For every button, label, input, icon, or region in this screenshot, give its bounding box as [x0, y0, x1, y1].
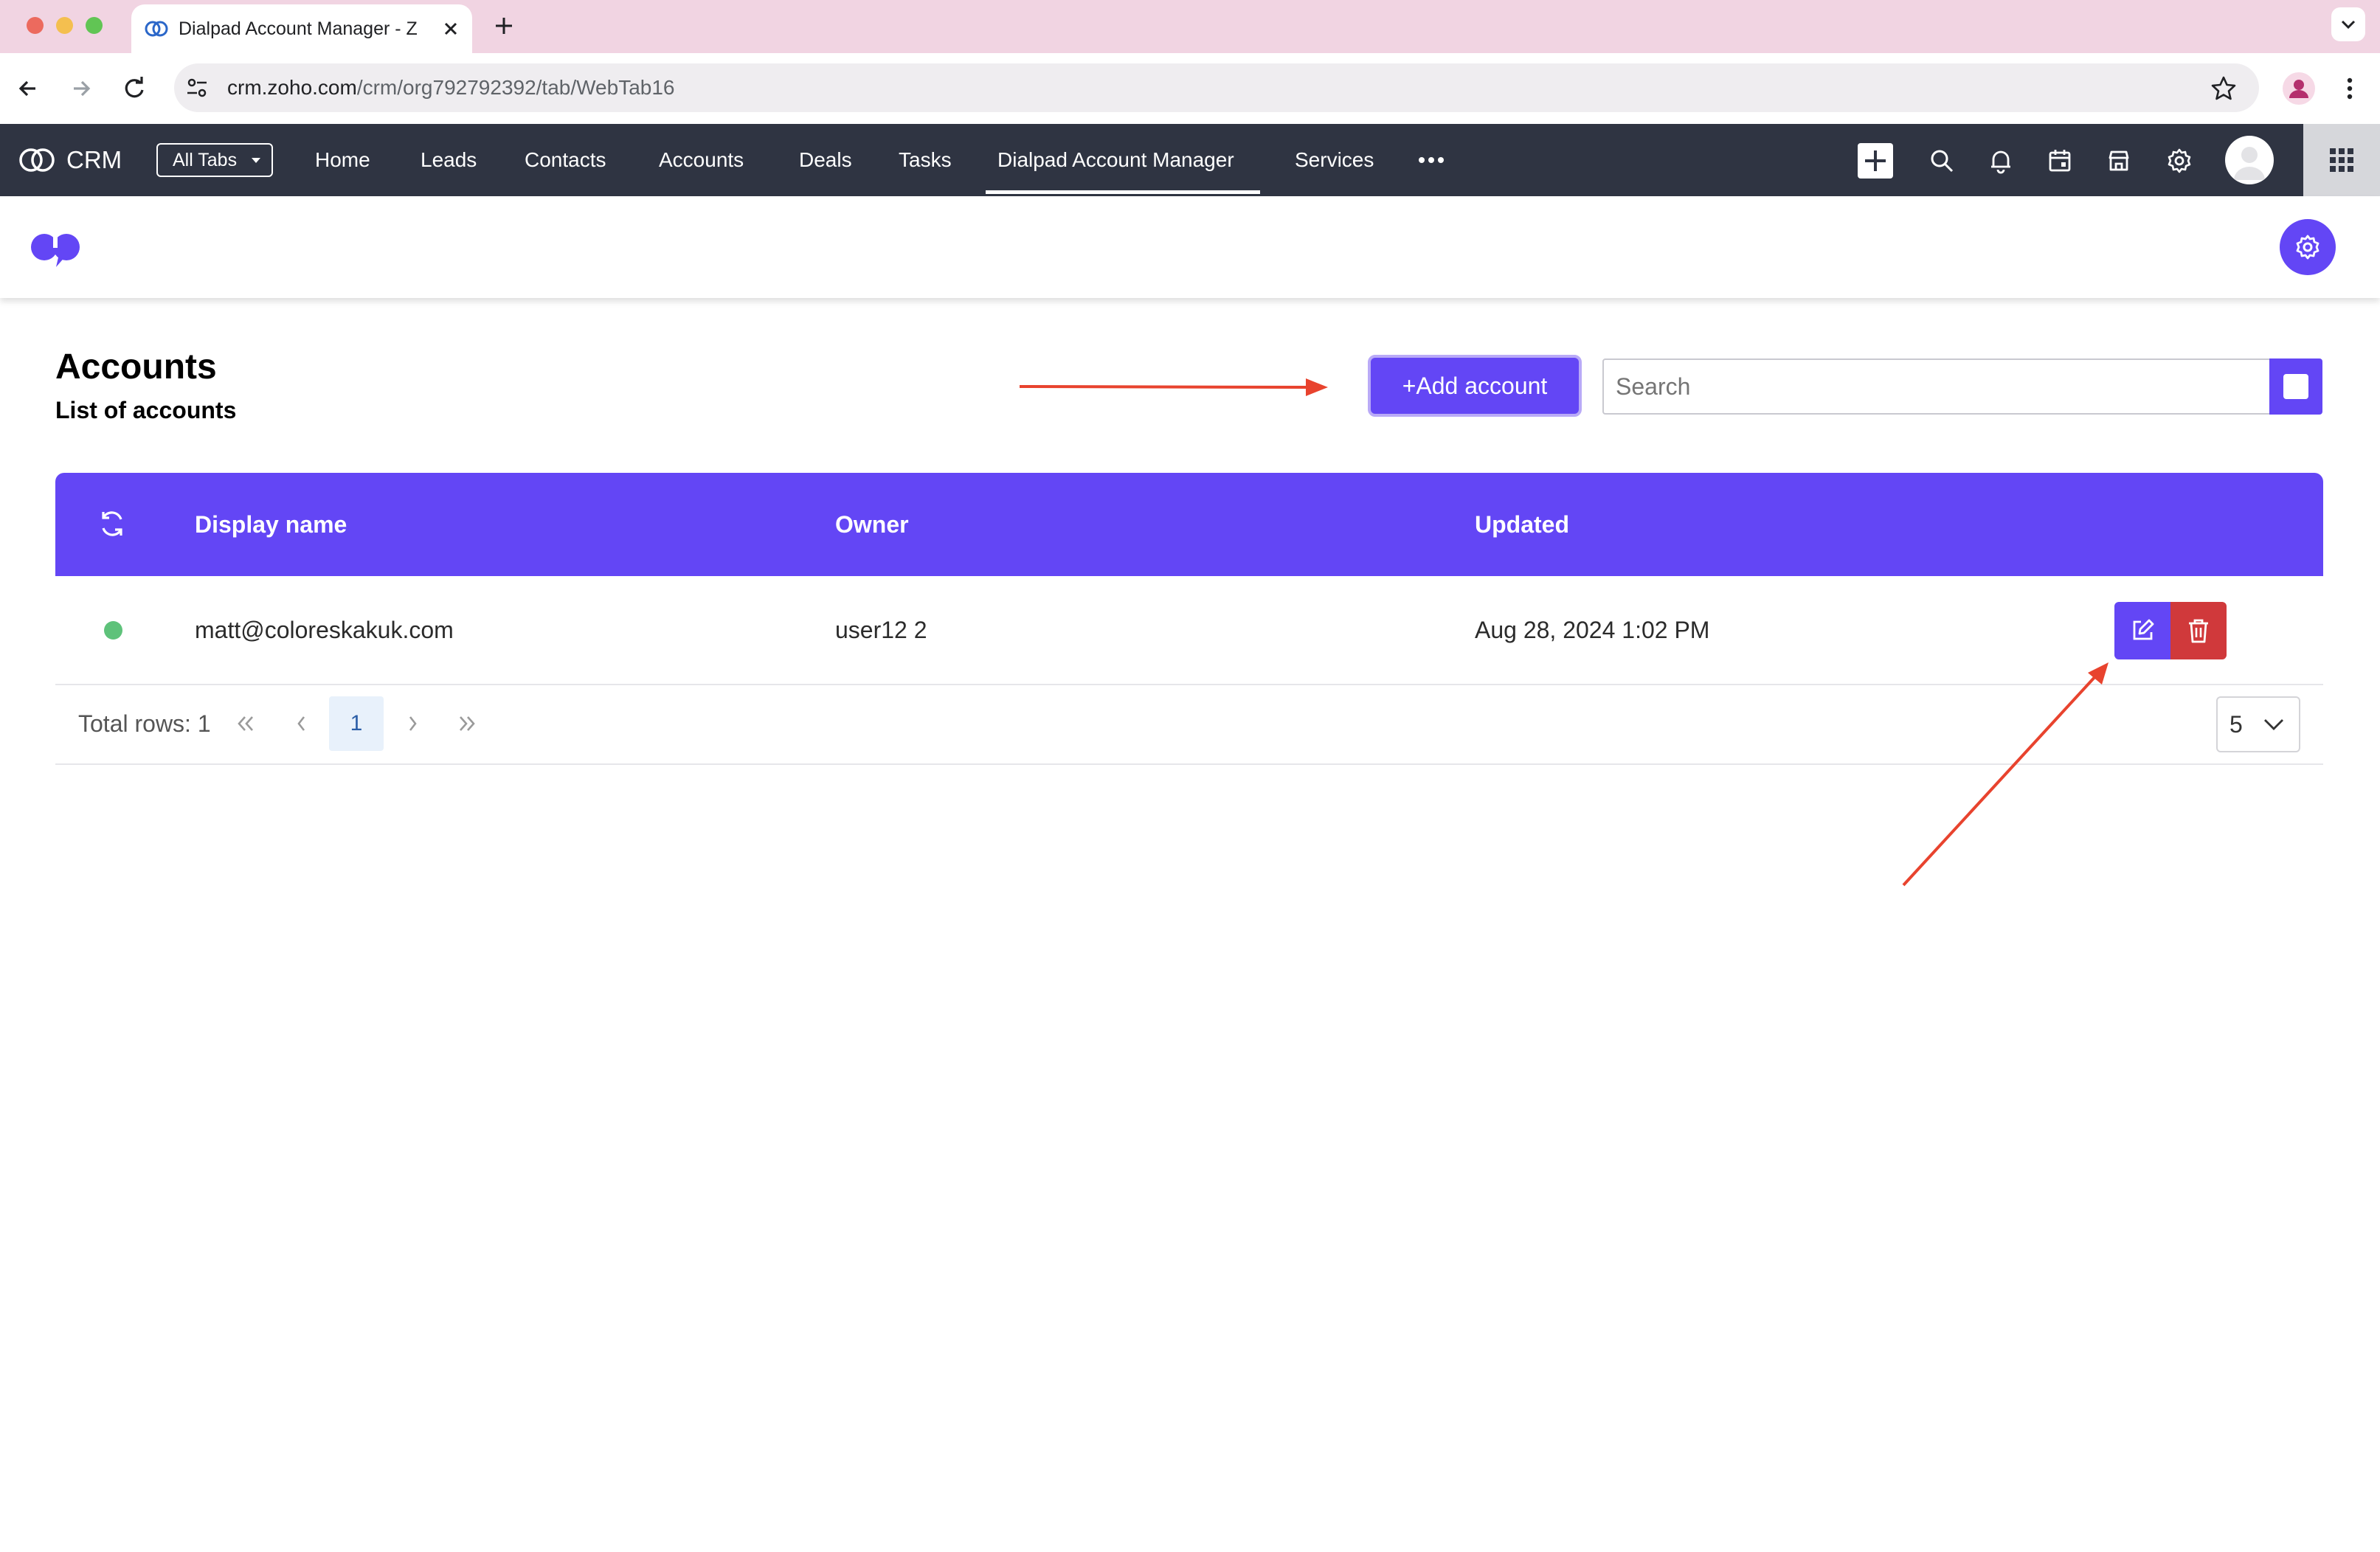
nav-home[interactable]: Home	[315, 124, 370, 196]
window-minimize-button[interactable]	[56, 17, 73, 34]
back-icon[interactable]	[13, 74, 43, 103]
column-header-updated[interactable]: Updated	[1475, 473, 1569, 576]
app-launcher-button[interactable]	[2303, 124, 2380, 196]
nav-leads[interactable]: Leads	[421, 124, 477, 196]
forward-icon[interactable]	[66, 74, 96, 103]
cell-updated: Aug 28, 2024 1:02 PM	[1475, 617, 1710, 643]
cell-display-name: matt@coloreskakuk.com	[195, 617, 454, 643]
search-input[interactable]	[1602, 358, 2271, 415]
new-tab-icon[interactable]	[491, 13, 516, 38]
column-header-display-name[interactable]: Display name	[195, 473, 347, 576]
cell-owner: user12 2	[835, 617, 927, 643]
trash-icon	[2189, 619, 2208, 643]
browser-tab-title: Dialpad Account Manager - Z	[179, 18, 418, 39]
refresh-icon[interactable]	[96, 507, 128, 540]
page-subtitle: List of accounts	[55, 397, 237, 423]
zoho-favicon-icon	[145, 19, 168, 38]
status-indicator	[104, 621, 122, 640]
chevron-right-icon	[409, 716, 417, 731]
all-tabs-dropdown[interactable]: All Tabs	[156, 143, 273, 177]
active-tab-indicator	[986, 190, 1260, 194]
bookmark-star-icon[interactable]	[2209, 74, 2238, 103]
profile-avatar-icon[interactable]	[2283, 72, 2315, 105]
page-size-select[interactable]: 5	[2216, 696, 2300, 752]
browser-menu-icon[interactable]	[2339, 74, 2361, 103]
edit-button[interactable]	[2114, 602, 2170, 659]
edit-pencil-icon	[2133, 619, 2154, 640]
column-header-owner[interactable]: Owner	[835, 473, 909, 576]
search-button-square-icon	[2283, 374, 2308, 399]
app-header	[0, 196, 2380, 298]
first-page-button[interactable]	[218, 696, 273, 751]
user-silhouette-icon	[2234, 147, 2265, 180]
add-account-button[interactable]: +Add account	[1368, 355, 1582, 417]
page-number-button[interactable]: 1	[329, 696, 384, 751]
double-chevron-right-icon	[460, 716, 475, 731]
setup-gear-icon[interactable]	[2165, 146, 2194, 176]
marketplace-icon[interactable]	[2104, 146, 2134, 176]
site-info-icon[interactable]	[184, 75, 210, 100]
grid-icon	[2330, 148, 2353, 172]
nav-accounts[interactable]: Accounts	[659, 124, 744, 196]
dialpad-logo-icon	[28, 226, 86, 269]
tab-search-button[interactable]	[2331, 7, 2365, 41]
total-rows-label: Total rows: 1	[78, 710, 211, 737]
next-page-button[interactable]	[385, 696, 440, 751]
settings-button[interactable]	[2280, 219, 2336, 275]
url-text[interactable]: crm.zoho.com/crm/org792792392/tab/WebTab…	[227, 63, 675, 112]
more-tabs-icon[interactable]	[1416, 152, 1446, 168]
plus-icon	[1865, 150, 1886, 171]
notifications-bell-icon[interactable]	[1986, 146, 2016, 176]
reload-icon[interactable]	[120, 74, 149, 103]
delete-button[interactable]	[2170, 602, 2227, 659]
chevron-down-icon	[2264, 719, 2283, 730]
previous-page-button[interactable]	[274, 696, 329, 751]
settings-gear-icon	[2296, 235, 2320, 260]
create-new-button[interactable]	[1858, 143, 1893, 179]
user-avatar[interactable]	[2225, 136, 2274, 184]
annotation-arrow-add-icon	[1019, 378, 1328, 396]
browser-tab[interactable]: Dialpad Account Manager - Z	[131, 4, 472, 56]
page-title: Accounts	[55, 347, 217, 387]
window-zoom-button[interactable]	[86, 17, 103, 34]
nav-contacts[interactable]: Contacts	[525, 124, 606, 196]
all-tabs-label: All Tabs	[173, 150, 238, 170]
page-size-value: 5	[2229, 711, 2243, 738]
window-close-button[interactable]	[27, 17, 44, 34]
nav-services[interactable]: Services	[1295, 124, 1374, 196]
double-chevron-left-icon	[238, 716, 253, 731]
tab-close-icon[interactable]	[440, 18, 462, 40]
annotation-arrow-edit-icon	[1902, 662, 2109, 887]
nav-dialpad-account-manager[interactable]: Dialpad Account Manager	[997, 124, 1234, 196]
search-submit-button[interactable]	[2269, 358, 2322, 415]
search-icon[interactable]	[1927, 146, 1957, 176]
last-page-button[interactable]	[440, 696, 494, 751]
crm-brand[interactable]: CRM	[66, 124, 122, 196]
table-header	[55, 473, 2323, 576]
nav-deals[interactable]: Deals	[799, 124, 852, 196]
caret-down-icon	[252, 158, 260, 163]
zoho-crm-logo-icon[interactable]	[18, 146, 56, 174]
nav-tasks[interactable]: Tasks	[899, 124, 952, 196]
chevron-left-icon	[297, 716, 305, 731]
calendar-icon[interactable]	[2045, 146, 2075, 176]
